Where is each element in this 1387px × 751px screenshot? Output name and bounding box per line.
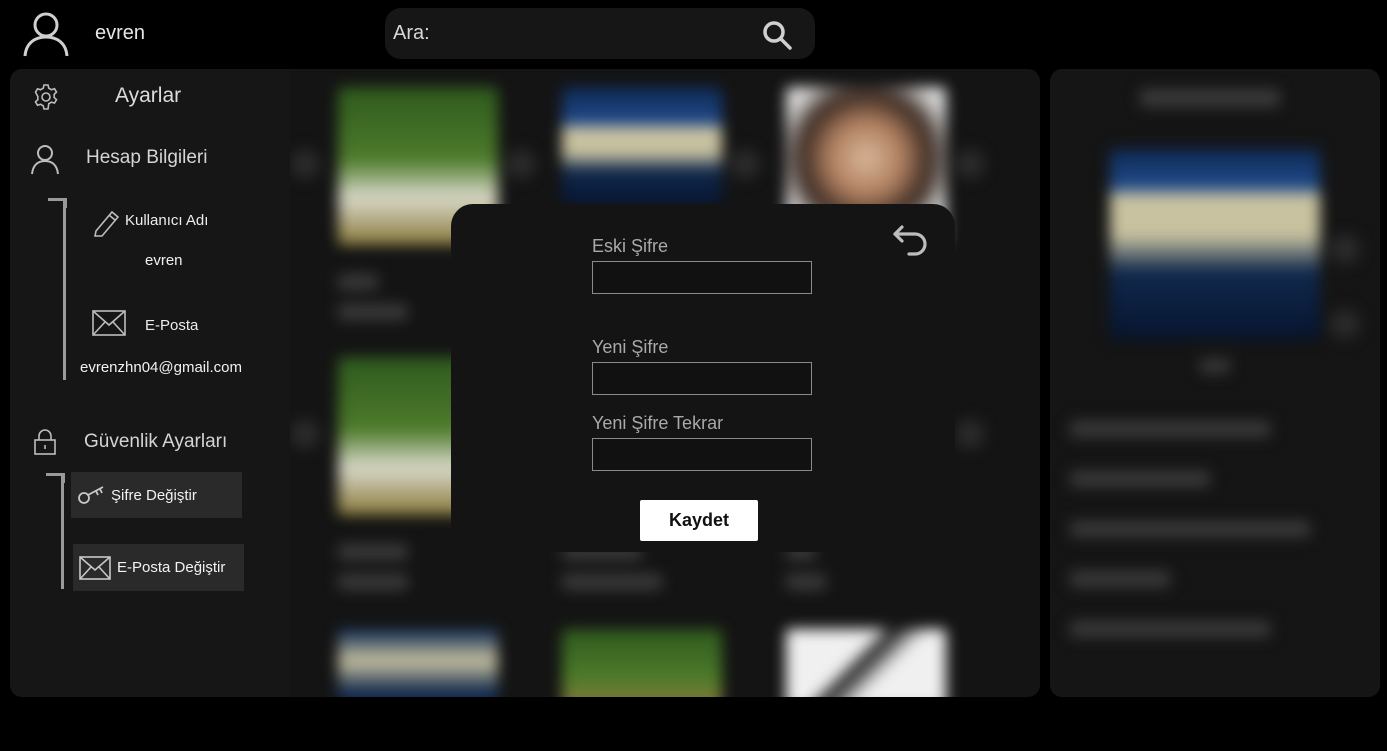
search-input[interactable] <box>441 16 741 50</box>
search-icon[interactable] <box>761 19 793 51</box>
username-value: evren <box>145 252 183 269</box>
thumbnail <box>338 629 498 697</box>
change-email-label: E-Posta Değiştir <box>117 559 226 576</box>
search-bar: Ara: <box>385 8 815 59</box>
lock-icon <box>34 429 56 455</box>
thumbnail <box>562 87 722 207</box>
email-label: E-Posta <box>145 317 199 334</box>
thumbnail <box>786 629 946 697</box>
change-email-button[interactable]: E-Posta Değiştir <box>73 544 244 591</box>
search-label: Ara: <box>393 22 430 44</box>
change-password-label: Şifre Değiştir <box>111 486 197 504</box>
email-value: evrenzhn04@gmail.com <box>80 359 242 376</box>
gear-icon <box>34 84 58 110</box>
change-password-button[interactable]: Şifre Değiştir <box>71 472 242 518</box>
detail-panel-blurred <box>1050 69 1380 697</box>
header-username: evren <box>95 22 146 44</box>
save-button[interactable]: Kaydet <box>640 500 758 541</box>
envelope-icon <box>92 310 126 336</box>
old-password-label: Eski Şifre <box>592 236 669 256</box>
undo-arrow-icon[interactable] <box>891 224 931 258</box>
pencil-icon <box>94 210 120 237</box>
new-password-input[interactable] <box>592 362 812 395</box>
security-section-title: Güvenlik Ayarları <box>84 431 228 452</box>
key-icon <box>78 486 104 504</box>
new-password-label: Yeni Şifre <box>592 337 669 357</box>
envelope-icon <box>79 555 111 580</box>
thumbnail <box>562 629 722 697</box>
user-icon <box>31 145 59 175</box>
settings-title: Ayarlar <box>115 84 182 107</box>
new-password-repeat-label: Yeni Şifre Tekrar <box>592 413 724 433</box>
old-password-input[interactable] <box>592 261 812 294</box>
change-password-modal: Eski Şifre Yeni Şifre Yeni Şifre Tekrar … <box>451 204 955 552</box>
new-password-repeat-input[interactable] <box>592 438 812 471</box>
username-label: Kullanıcı Adı <box>125 212 209 229</box>
account-section-title: Hesap Bilgileri <box>86 147 208 168</box>
settings-sidebar: Ayarlar Hesap Bilgileri Kullanıcı Adı ev… <box>10 69 290 697</box>
user-avatar-icon[interactable] <box>22 10 70 58</box>
